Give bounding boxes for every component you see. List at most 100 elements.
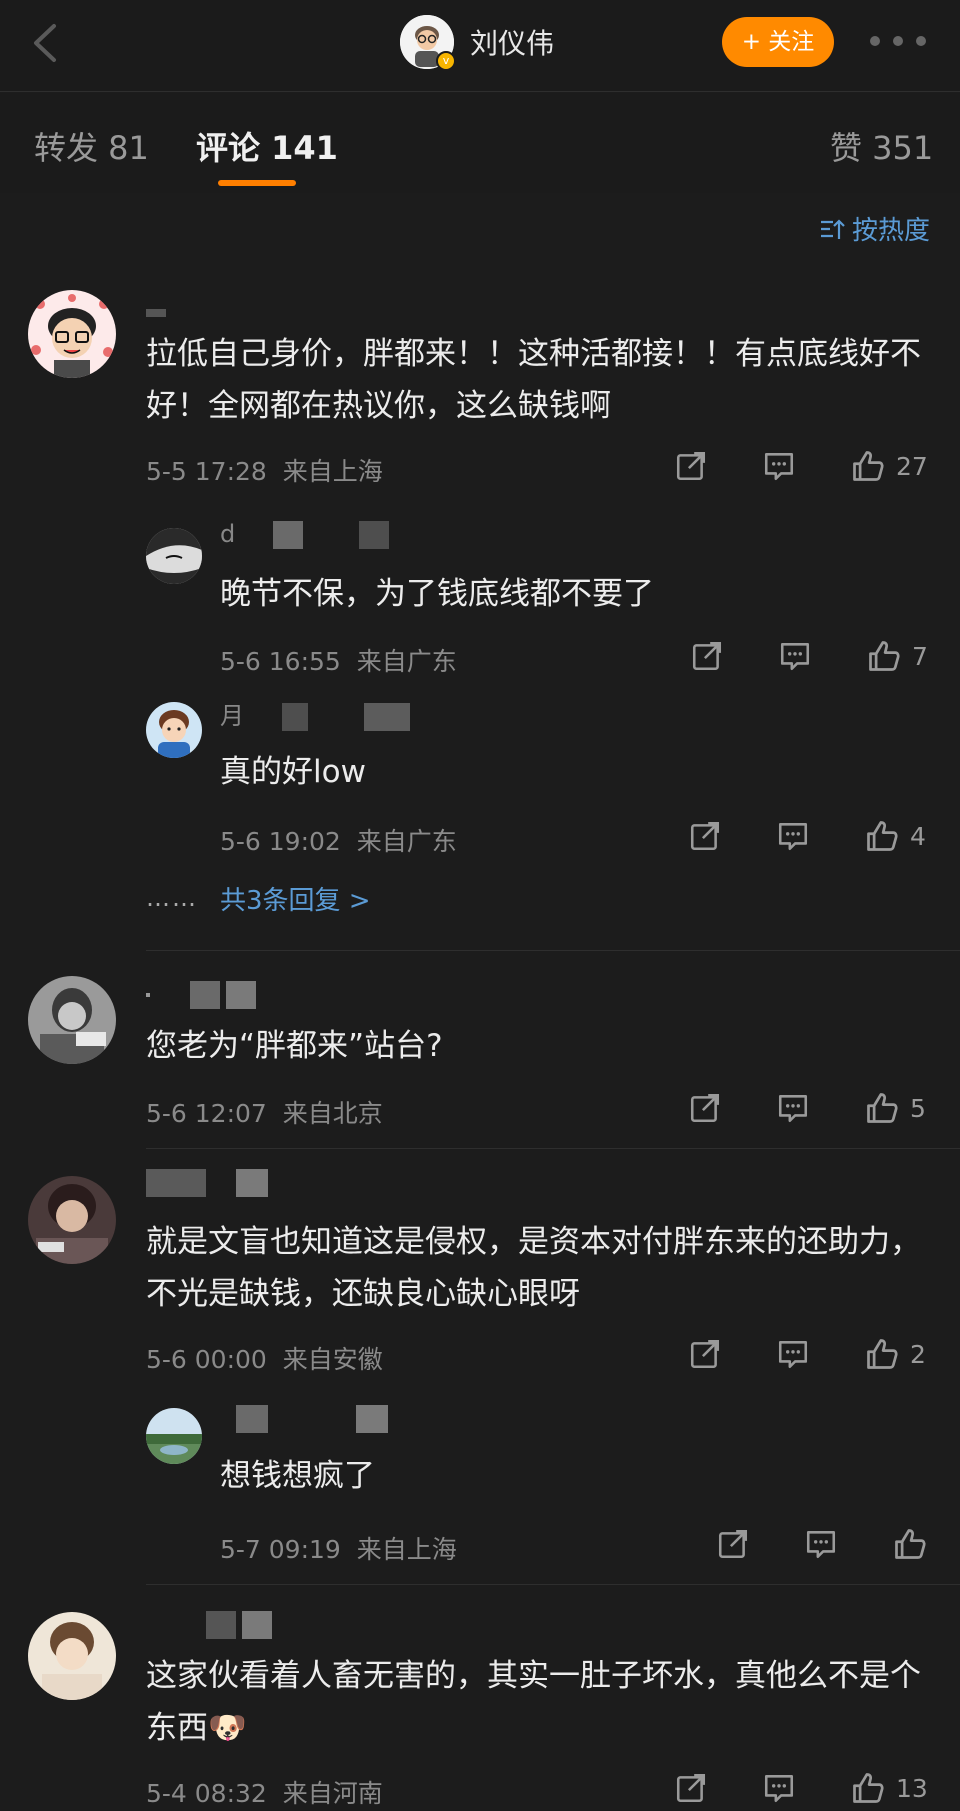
back-arrow-icon[interactable] (22, 18, 72, 68)
comment-meta: 5-5 17:28 来自上海 (146, 452, 383, 488)
replier-avatar[interactable] (146, 528, 202, 584)
comment-text: 这家伙看着人畜无害的，其实一肚子坏水，真他么不是个东西🐶 (146, 1658, 921, 1746)
comment-actions: 5 (634, 1090, 926, 1126)
comment-text: 您老为“胖都来”站台? (146, 1028, 443, 1064)
like-button[interactable]: 2 (864, 1336, 926, 1372)
like-button[interactable]: 7 (866, 638, 928, 674)
comment-text: 拉低自己身价，胖都来！！这种活都接！！有点底线好不好！全网都在热议你，这么缺钱啊 (146, 336, 921, 424)
replier-avatar[interactable] (146, 702, 202, 758)
share-icon (690, 639, 724, 673)
share-icon (674, 449, 708, 483)
share-button[interactable] (688, 1091, 722, 1125)
tab-reposts[interactable]: 转发 81 (34, 123, 149, 169)
commenter-name-redacted[interactable] (146, 1610, 278, 1639)
tab-comments[interactable]: 评论 141 (196, 123, 338, 169)
share-button[interactable] (674, 449, 708, 483)
commenter-name-redacted[interactable] (146, 298, 172, 318)
share-icon (688, 819, 722, 853)
like-count: 27 (896, 451, 928, 481)
reply-actions (662, 1526, 954, 1562)
reply-button[interactable] (778, 639, 812, 673)
like-count: 4 (910, 821, 926, 851)
reply-button[interactable] (804, 1527, 838, 1561)
share-button[interactable] (688, 819, 722, 853)
like-icon (864, 818, 900, 854)
like-icon (892, 1526, 928, 1562)
reply-button[interactable] (776, 1091, 810, 1125)
share-button[interactable] (690, 639, 724, 673)
like-count: 2 (910, 1339, 926, 1369)
share-button[interactable] (716, 1527, 750, 1561)
more-options-icon[interactable] (870, 36, 926, 50)
share-icon (688, 1337, 722, 1371)
comment-text: 就是文盲也知道这是侵权，是资本对付胖东来的还助力，不光是缺钱，还缺良心缺心眼呀 (146, 1224, 921, 1312)
author-name: 刘仪伟 (470, 27, 555, 60)
share-icon (674, 1771, 708, 1805)
like-button[interactable]: 27 (850, 448, 928, 484)
follow-button[interactable]: + 关注 (722, 17, 834, 67)
like-button[interactable]: 13 (850, 1770, 928, 1806)
divider (146, 950, 960, 951)
reply-button[interactable] (762, 449, 796, 483)
top-bar: v 刘仪伟 + 关注 (0, 0, 960, 92)
comment-time: 5-5 17:28 (146, 457, 267, 486)
tab-bar: 转发 81 评论 141 赞 351 (0, 93, 960, 193)
replier-name-redacted[interactable]: 月 (220, 696, 416, 731)
like-icon (864, 1336, 900, 1372)
sort-label: 按热度 (851, 216, 930, 246)
like-button[interactable] (892, 1526, 954, 1562)
commenter-name-redacted[interactable] (146, 1168, 274, 1197)
replier-name-redacted[interactable] (220, 1404, 394, 1433)
reply-text: 真的好low (220, 754, 366, 790)
comment-icon (776, 819, 810, 853)
share-button[interactable] (688, 1337, 722, 1371)
more-replies-dots: …… (146, 884, 198, 912)
reply-button[interactable] (762, 1771, 796, 1805)
tab-likes[interactable]: 赞 351 (830, 123, 933, 169)
like-button[interactable]: 4 (864, 818, 926, 854)
reply-button[interactable] (776, 819, 810, 853)
view-more-replies-link[interactable]: 共3条回复 > (220, 880, 371, 917)
commenter-avatar[interactable] (28, 1176, 116, 1264)
replier-name-redacted[interactable]: d (220, 520, 395, 549)
reply-actions: 7 (636, 638, 928, 674)
like-icon (850, 1770, 886, 1806)
like-icon (866, 638, 902, 674)
reply-meta: 5-6 19:02 来自广东 (220, 827, 457, 856)
reply-text: 晚节不保，为了钱底线都不要了 (220, 576, 654, 612)
share-icon (688, 1091, 722, 1125)
replier-avatar[interactable] (146, 1408, 202, 1464)
like-count: 7 (912, 641, 928, 671)
comment-icon (778, 639, 812, 673)
commenter-avatar[interactable] (28, 976, 116, 1064)
reply-text: 想钱想疯了 (220, 1458, 375, 1494)
reply-button[interactable] (776, 1337, 810, 1371)
comment-actions: 13 (620, 1770, 928, 1806)
author-header[interactable]: v 刘仪伟 (400, 14, 555, 71)
comment-meta: 5-6 12:07 来自北京 (146, 1099, 383, 1128)
comment-location: 来自上海 (282, 457, 383, 486)
verified-badge-icon: v (436, 51, 456, 71)
reply-meta: 5-7 09:19 来自上海 (220, 1535, 457, 1564)
sort-toggle[interactable]: 按热度 (818, 210, 930, 247)
reply-meta: 5-6 16:55 来自广东 (220, 647, 457, 676)
commenter-avatar[interactable] (28, 1612, 116, 1700)
comment-icon (776, 1091, 810, 1125)
active-tab-indicator (218, 180, 296, 186)
comment-actions: 27 (620, 448, 928, 484)
reply-actions: 4 (634, 818, 926, 854)
comment-icon (776, 1337, 810, 1371)
comment-icon (804, 1527, 838, 1561)
like-icon (850, 448, 886, 484)
author-avatar[interactable]: v (400, 15, 456, 71)
share-button[interactable] (674, 1771, 708, 1805)
share-icon (716, 1527, 750, 1561)
comment-icon (762, 1771, 796, 1805)
sort-icon (820, 218, 845, 239)
comment-actions: 2 (634, 1336, 926, 1372)
divider (146, 1148, 960, 1149)
like-button[interactable]: 5 (864, 1090, 926, 1126)
like-icon (864, 1090, 900, 1126)
commenter-name-redacted[interactable] (146, 980, 262, 1009)
commenter-avatar[interactable] (28, 290, 116, 378)
